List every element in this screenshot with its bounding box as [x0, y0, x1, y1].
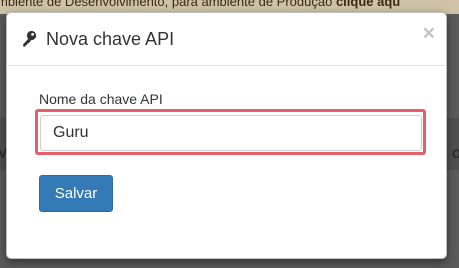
modal-header: Nova chave API ×	[7, 13, 446, 66]
backdrop-banner-link[interactable]: clique aqu	[336, 0, 400, 9]
close-button[interactable]: ×	[423, 23, 435, 44]
save-button[interactable]: Salvar	[39, 175, 113, 212]
api-key-name-label: Nome da chave API	[39, 91, 163, 107]
backdrop-banner-text: mbiente de Desenvolvimento, para ambient…	[0, 0, 400, 9]
api-key-modal: Nova chave API × Nome da chave API Salva…	[6, 12, 447, 259]
key-icon	[23, 30, 37, 47]
modal-title: Nova chave API	[46, 29, 175, 49]
api-key-name-input[interactable]	[40, 115, 422, 151]
backdrop-right-text: o	[452, 145, 459, 162]
